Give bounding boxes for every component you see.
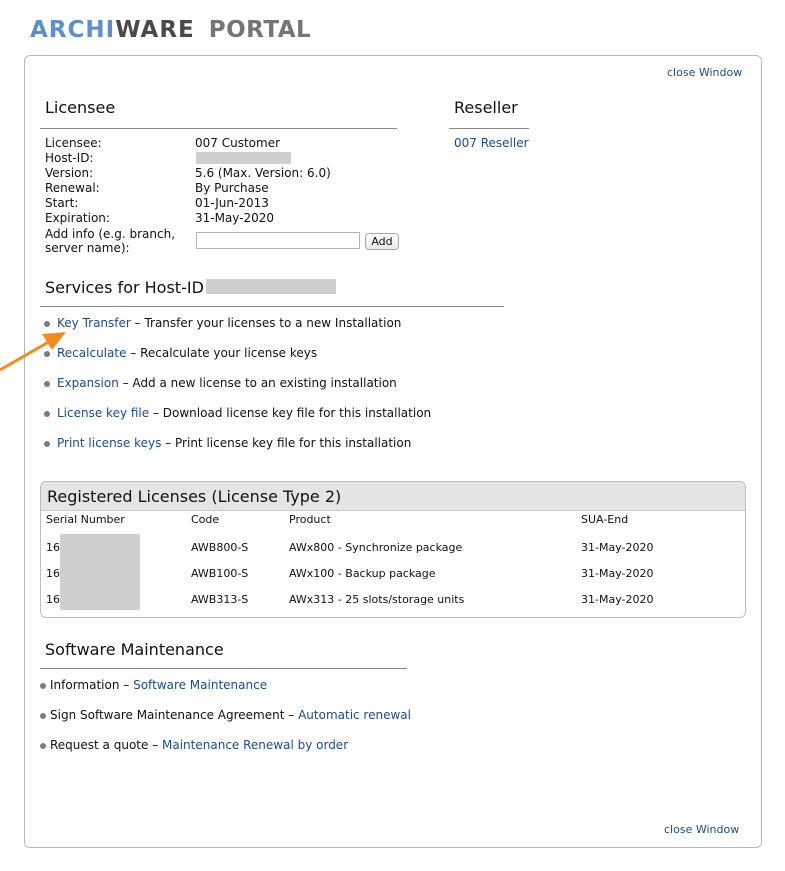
license-key-file-link[interactable]: License key file [57, 406, 149, 420]
licensee-value-link[interactable]: 007 Customer [195, 136, 280, 150]
host-id-redacted [196, 152, 291, 164]
renewal-label: Renewal: [45, 181, 100, 195]
start-label: Start: [45, 196, 79, 210]
start-value: 01-Jun-2013 [195, 196, 269, 210]
reseller-heading: Reseller [454, 98, 518, 117]
reseller-divider [449, 128, 529, 129]
bullet-icon [44, 381, 50, 387]
licensee-heading: Licensee [45, 98, 116, 117]
licensee-label: Licensee: [45, 136, 102, 150]
bullet-icon [40, 713, 46, 719]
table-row-sua-end: 31-May-2020 [581, 567, 654, 580]
recalculate-desc: – Recalculate your license keys [126, 346, 318, 360]
col-product: Product [289, 513, 331, 526]
services-divider [40, 306, 504, 307]
registered-licenses-panel: Registered Licenses (License Type 2) Ser… [40, 481, 746, 618]
table-row-code: AWB100-S [191, 567, 249, 580]
reseller-name-link[interactable]: 007 Reseller [454, 136, 529, 150]
add-info-label-1: Add info (e.g. branch, [45, 227, 176, 241]
expiration-value: 31-May-2020 [195, 211, 275, 225]
host-id-label: Host-ID: [45, 151, 94, 165]
close-window-link-bottom[interactable]: close Window [664, 823, 739, 836]
automatic-renewal-link[interactable]: Automatic renewal [298, 708, 411, 722]
key-transfer-desc: – Transfer your licenses to a new Instal… [130, 316, 402, 330]
table-row-sua-end: 31-May-2020 [581, 541, 654, 554]
table-row-product: AWx313 - 25 slots/storage units [289, 593, 465, 606]
service-item-recalculate: Recalculate – Recalculate your license k… [57, 346, 317, 360]
maintenance-quote-text: Request a quote – [50, 738, 163, 752]
services-host-id-redacted [206, 279, 336, 294]
maintenance-info-text: Information – [50, 678, 134, 692]
table-row-product: AWx100 - Backup package [289, 567, 436, 580]
logo-archi: ARCHI [30, 17, 116, 43]
archiware-portal-logo: ARCHIWARE PORTAL [30, 17, 311, 43]
renewal-value-link[interactable]: By Purchase [195, 181, 269, 195]
maintenance-item-information: Information – Software Maintenance [50, 678, 267, 692]
services-heading: Services for Host-ID [45, 278, 204, 297]
table-row-code: AWB800-S [191, 541, 249, 554]
orange-arrow-icon [0, 332, 66, 372]
table-row-code: AWB313-S [191, 593, 249, 606]
maintenance-heading: Software Maintenance [45, 640, 224, 659]
registered-licenses-header: Registered Licenses (License Type 2) [41, 482, 745, 511]
col-code: Code [191, 513, 220, 526]
logo-ware: WARE [115, 17, 195, 43]
version-value: 5.6 (Max. Version: 6.0) [195, 166, 331, 180]
expiration-label: Expiration: [45, 211, 110, 225]
license-key-file-desc: – Download license key file for this ins… [149, 406, 432, 420]
table-row-serial-link[interactable]: 16 [46, 541, 60, 554]
add-button[interactable]: Add [365, 233, 399, 250]
licensee-divider [40, 128, 397, 129]
version-label: Version: [45, 166, 94, 180]
table-row-serial-link[interactable]: 16 [46, 567, 60, 580]
registered-licenses-title: Registered Licenses (License Type 2) [47, 487, 342, 506]
col-serial-number: Serial Number [46, 513, 125, 526]
print-license-keys-link[interactable]: Print license keys [57, 436, 161, 450]
close-window-link-top[interactable]: close Window [667, 66, 742, 79]
bullet-icon [40, 743, 46, 749]
maintenance-sign-text: Sign Software Maintenance Agreement – [50, 708, 299, 722]
bullet-icon [40, 683, 46, 689]
add-info-label-2: server name): [45, 241, 130, 255]
serial-redacted [60, 534, 140, 610]
maintenance-item-sign-agreement: Sign Software Maintenance Agreement – Au… [50, 708, 411, 722]
maintenance-divider [40, 668, 407, 669]
portal-window [24, 55, 762, 848]
table-row-serial-link[interactable]: 16 [46, 593, 60, 606]
expansion-desc: – Add a new license to an existing insta… [118, 376, 397, 390]
logo-portal: PORTAL [208, 17, 312, 43]
service-item-key-transfer: Key Transfer – Transfer your licenses to… [57, 316, 401, 330]
add-info-input[interactable] [196, 232, 360, 249]
col-sua-end: SUA-End [581, 513, 629, 526]
service-item-license-key-file: License key file – Download license key … [57, 406, 431, 420]
bullet-icon [44, 441, 50, 447]
service-item-expansion: Expansion – Add a new license to an exis… [57, 376, 397, 390]
print-license-keys-desc: – Print license key file for this instal… [161, 436, 412, 450]
table-row-sua-end: 31-May-2020 [581, 593, 654, 606]
table-row-product: AWx800 - Synchronize package [289, 541, 463, 554]
software-maintenance-link[interactable]: Software Maintenance [133, 678, 267, 692]
bullet-icon [44, 411, 50, 417]
maintenance-item-request-quote: Request a quote – Maintenance Renewal by… [50, 738, 348, 752]
service-item-print-license-keys: Print license keys – Print license key f… [57, 436, 411, 450]
maintenance-renewal-link[interactable]: Maintenance Renewal by order [162, 738, 348, 752]
